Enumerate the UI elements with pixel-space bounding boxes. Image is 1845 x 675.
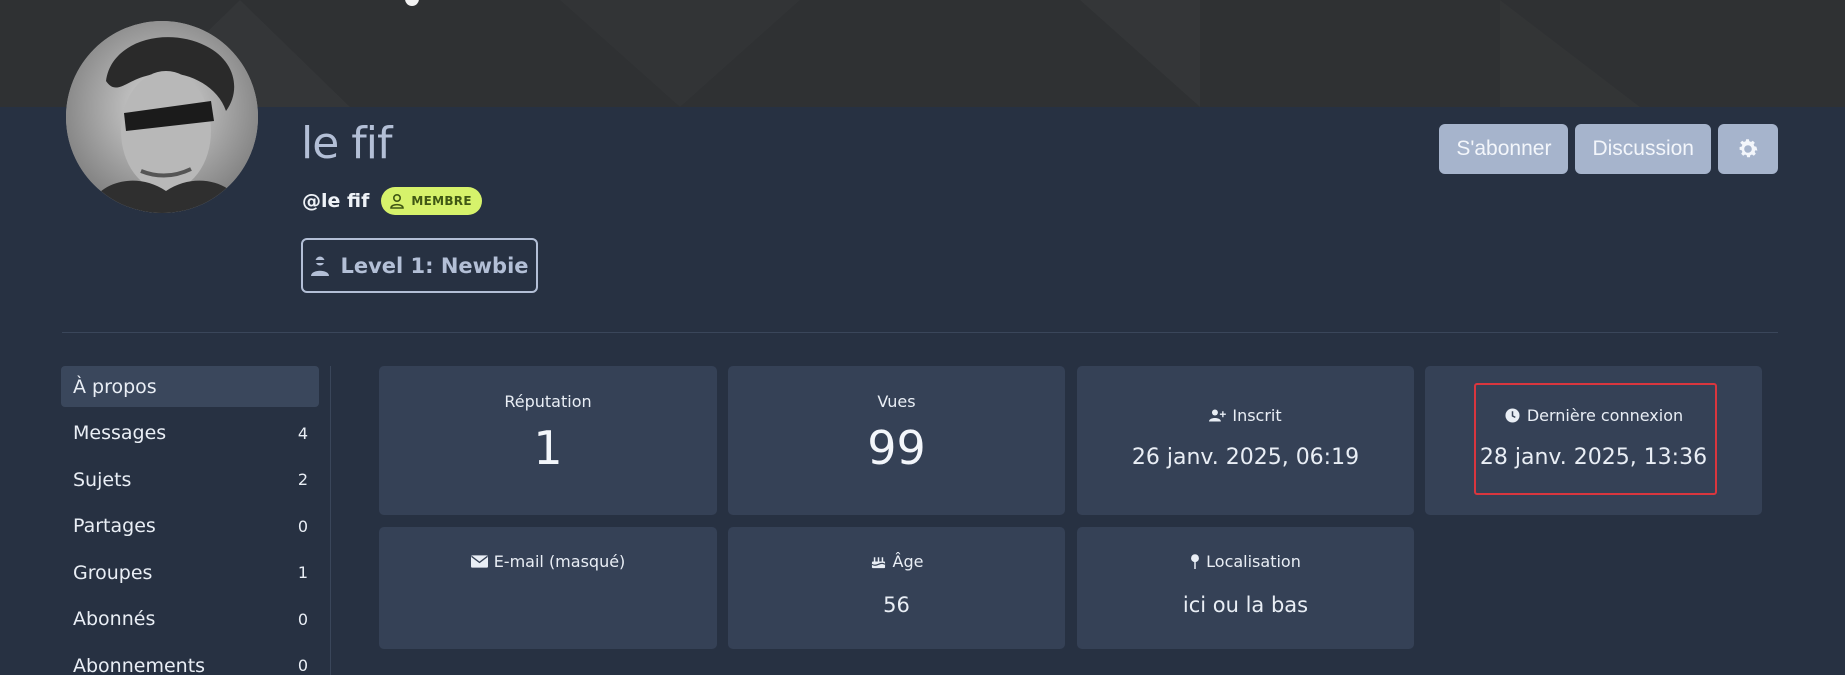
avatar-image — [66, 21, 258, 213]
stat-views: Vues 99 — [728, 366, 1065, 515]
stat-location: Localisation ici ou la bas — [1077, 527, 1414, 649]
stat-label-row: Âge — [870, 552, 924, 571]
chat-button[interactable]: Discussion — [1575, 124, 1711, 174]
role-badge[interactable]: MEMBRE — [381, 187, 482, 215]
stat-value: 99 — [867, 421, 926, 475]
user-tie-icon — [311, 256, 330, 276]
gear-icon — [1739, 139, 1758, 158]
stat-age: Âge 56 — [728, 527, 1065, 649]
user-plus-icon — [1209, 409, 1227, 422]
stat-label-row: Localisation — [1190, 552, 1301, 571]
level-label: Level 1: Newbie — [340, 253, 529, 278]
sidebar-item-label: Sujets — [73, 468, 132, 491]
sidebar-item-count: 2 — [297, 470, 308, 489]
stat-reputation: Réputation 1 — [379, 366, 717, 515]
stat-value: 56 — [883, 593, 910, 617]
stat-label: Vues — [877, 392, 916, 411]
sidebar-item-label: Messages — [73, 422, 167, 444]
sidebar-item-count: 0 — [297, 609, 308, 629]
stat-value: 1 — [533, 421, 563, 475]
sidebar-item-count: 0 — [297, 656, 308, 675]
sidebar-item-topics[interactable]: Sujets 2 — [61, 459, 319, 500]
stat-email: E-mail (masqué) — [379, 527, 717, 649]
profile-actions: S'abonner Discussion — [1439, 124, 1778, 174]
sidebar-item-label: Groupes — [73, 561, 153, 584]
stat-label: Âge — [892, 552, 924, 571]
stat-value: ici ou la bas — [1182, 593, 1309, 617]
sidebar-item-count: 4 — [297, 423, 308, 443]
stat-value: 26 janv. 2025, 06:19 — [1131, 445, 1360, 470]
stat-label-row: Inscrit — [1209, 406, 1282, 425]
settings-button[interactable] — [1718, 124, 1778, 174]
sidebar-divider — [330, 366, 331, 675]
stat-label: Réputation — [504, 392, 592, 411]
sidebar-item-followers[interactable]: Abonnés 0 — [61, 599, 319, 640]
subscribe-button[interactable]: S'abonner — [1439, 124, 1569, 174]
sidebar-item-messages[interactable]: Messages 4 — [61, 413, 319, 454]
stat-label: Inscrit — [1232, 406, 1282, 425]
profile-handle: @le fif — [302, 190, 370, 212]
sidebar-item-label: À propos — [73, 375, 157, 398]
stat-label-row: E-mail (masqué) — [470, 552, 626, 571]
handle-row: @le fif MEMBRE — [302, 187, 482, 215]
sidebar-item-label: Partages — [73, 515, 156, 537]
role-badge-label: MEMBRE — [411, 194, 472, 208]
sidebar-item-count: 0 — [297, 516, 308, 536]
stat-joined: Inscrit 26 janv. 2025, 06:19 — [1077, 366, 1414, 515]
sidebar-item-label: Abonnements — [73, 654, 206, 675]
sidebar-item-label: Abonnés — [73, 608, 156, 630]
stat-label: Localisation — [1206, 552, 1301, 571]
sidebar-item-count: 1 — [297, 563, 308, 582]
birthday-cake-icon — [871, 557, 885, 569]
level-badge[interactable]: Level 1: Newbie — [301, 238, 538, 293]
last-login-highlight — [1474, 383, 1717, 495]
stat-label: E-mail (masqué) — [493, 552, 626, 571]
cover-handle — [405, 0, 419, 6]
sidebar-item-about[interactable]: À propos — [61, 366, 319, 407]
map-pin-icon — [1191, 554, 1200, 569]
user-tie-icon — [390, 193, 405, 209]
header-divider — [62, 332, 1778, 333]
avatar[interactable] — [66, 21, 258, 213]
envelope-icon — [470, 555, 488, 568]
sidebar-item-following[interactable]: Abonnements 0 — [61, 645, 319, 675]
cover-banner — [0, 0, 1845, 107]
profile-sidebar: À propos Messages 4 Sujets 2 Partages 0 … — [61, 366, 319, 675]
sidebar-item-groups[interactable]: Groupes 1 — [61, 552, 319, 593]
sidebar-item-shares[interactable]: Partages 0 — [61, 506, 319, 547]
profile-display-name: le fif — [301, 118, 392, 169]
